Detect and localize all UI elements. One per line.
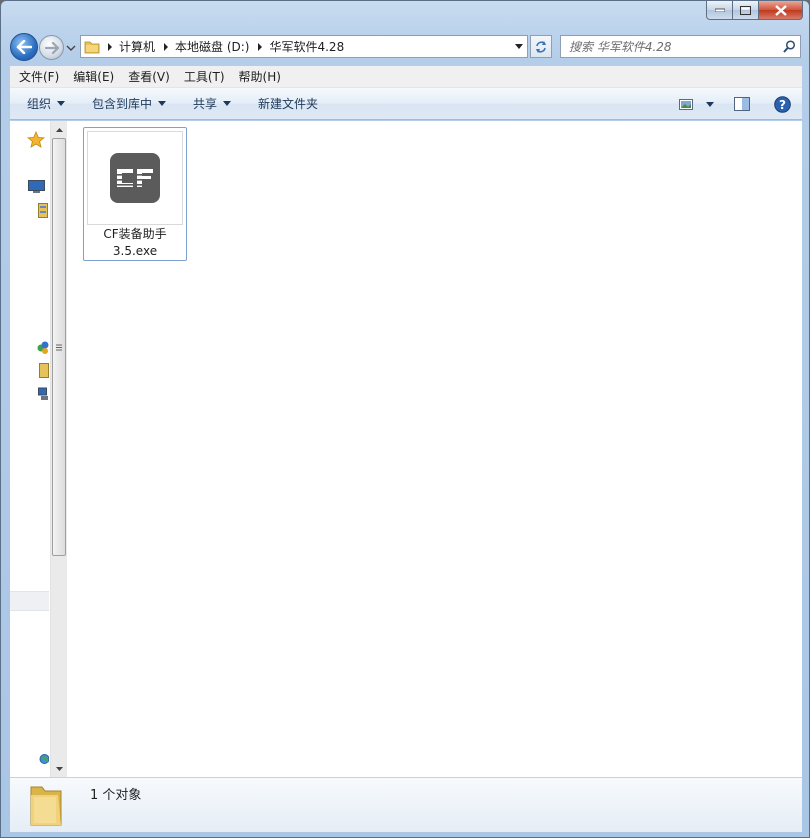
forward-button[interactable]	[39, 35, 64, 60]
organize-label: 组织	[27, 97, 52, 111]
menu-tools[interactable]: 工具(T)	[175, 68, 230, 85]
search-input[interactable]	[561, 37, 778, 56]
grip-icon	[56, 344, 62, 350]
file-list: CF装备助手 3.5.exe	[68, 121, 802, 777]
navigation-pane-divider	[10, 591, 49, 611]
breadcrumb-computer[interactable]: 计算机	[117, 38, 159, 55]
breadcrumb-local-disk[interactable]: 本地磁盘 (D:)	[173, 38, 253, 55]
file-name-line2: 3.5.exe	[112, 244, 158, 258]
folder-icon	[81, 36, 103, 57]
view-options-icon[interactable]	[674, 88, 698, 120]
explorer-window: 计算机 本地磁盘 (D:) 华军软件4.28 文件(F) 编辑(E) 查看(V)…	[0, 0, 810, 838]
globe-icon[interactable]	[39, 753, 49, 765]
chevron-up-icon	[55, 127, 63, 132]
item-count: 1 个对象	[90, 788, 142, 803]
preview-pane-icon[interactable]	[722, 88, 762, 120]
menu-edit[interactable]: 编辑(E)	[64, 68, 119, 85]
navigation-bar: 计算机 本地磁盘 (D:) 华军软件4.28	[1, 29, 809, 65]
scroll-down-button[interactable]	[51, 760, 67, 777]
details-pane: 1 个对象	[10, 777, 802, 832]
scroll-thumb[interactable]	[52, 138, 66, 556]
menu-bar: 文件(F) 编辑(E) 查看(V) 工具(T) 帮助(H)	[10, 66, 802, 88]
breadcrumb-arrow-icon[interactable]	[253, 42, 267, 51]
file-item[interactable]: CF装备助手 3.5.exe	[83, 127, 187, 261]
close-icon	[774, 4, 787, 16]
breadcrumb-arrow-icon[interactable]	[103, 42, 117, 51]
computer-icon[interactable]	[39, 363, 49, 378]
chevron-down-icon	[66, 45, 76, 51]
back-button[interactable]	[10, 33, 38, 61]
scroll-up-button[interactable]	[51, 121, 67, 138]
command-bar: 组织 包含到库中 共享 新建文件夹 ?	[10, 88, 802, 120]
file-name: CF装备助手 3.5.exe	[84, 226, 186, 260]
include-in-library-button[interactable]: 包含到库中	[75, 88, 176, 120]
organize-button[interactable]: 组织	[10, 88, 75, 120]
arrow-left-icon	[16, 40, 32, 54]
share-button[interactable]: 共享	[176, 88, 241, 120]
file-thumbnail	[87, 131, 183, 225]
libraries-icon[interactable]	[38, 203, 48, 218]
vertical-scrollbar[interactable]	[50, 121, 67, 777]
favorites-star-icon[interactable]	[27, 131, 45, 148]
breadcrumb-current-folder[interactable]: 华军软件4.28	[267, 38, 348, 55]
breadcrumb: 计算机 本地磁盘 (D:) 华军软件4.28	[103, 36, 348, 57]
maximize-button[interactable]	[733, 1, 759, 20]
new-folder-button[interactable]: 新建文件夹	[241, 88, 328, 120]
content-area: CF装备助手 3.5.exe	[10, 121, 802, 777]
menu-help[interactable]: 帮助(H)	[230, 68, 286, 85]
chevron-down-icon	[514, 44, 523, 49]
minimize-button[interactable]	[706, 1, 733, 20]
new-folder-label: 新建文件夹	[258, 97, 319, 111]
close-button[interactable]	[759, 1, 803, 20]
file-name-line1: CF装备助手	[103, 227, 167, 241]
recent-pages-button[interactable]	[66, 42, 76, 52]
view-dropdown-button[interactable]	[698, 88, 722, 120]
share-label: 共享	[193, 97, 218, 111]
refresh-button[interactable]	[530, 35, 552, 58]
include-in-library-label: 包含到库中	[92, 97, 153, 111]
maximize-icon	[740, 5, 751, 15]
chevron-down-icon	[55, 766, 63, 771]
chevron-down-icon	[57, 101, 66, 106]
chevron-down-icon	[158, 101, 167, 106]
caption-buttons	[706, 1, 803, 21]
search-box[interactable]	[560, 35, 801, 58]
address-bar[interactable]: 计算机 本地磁盘 (D:) 华军软件4.28	[80, 35, 528, 58]
minimize-icon	[714, 8, 725, 12]
address-dropdown-button[interactable]	[510, 36, 527, 57]
menu-view[interactable]: 查看(V)	[119, 68, 175, 85]
refresh-icon	[536, 40, 546, 53]
help-icon[interactable]: ?	[762, 88, 802, 120]
cf-app-icon	[110, 153, 160, 203]
svg-text:?: ?	[779, 98, 786, 112]
menu-file[interactable]: 文件(F)	[10, 68, 64, 85]
folder-icon	[26, 781, 66, 829]
homegroup-icon[interactable]	[37, 340, 49, 355]
chevron-down-icon	[706, 101, 714, 107]
breadcrumb-arrow-icon[interactable]	[159, 42, 173, 51]
navigation-pane	[10, 121, 67, 777]
network-icon[interactable]	[38, 386, 49, 401]
chevron-down-icon	[223, 101, 232, 106]
command-bar-right: ?	[674, 88, 802, 120]
search-icon[interactable]	[778, 40, 800, 53]
desktop-icon[interactable]	[28, 180, 45, 194]
arrow-right-icon	[44, 41, 59, 54]
